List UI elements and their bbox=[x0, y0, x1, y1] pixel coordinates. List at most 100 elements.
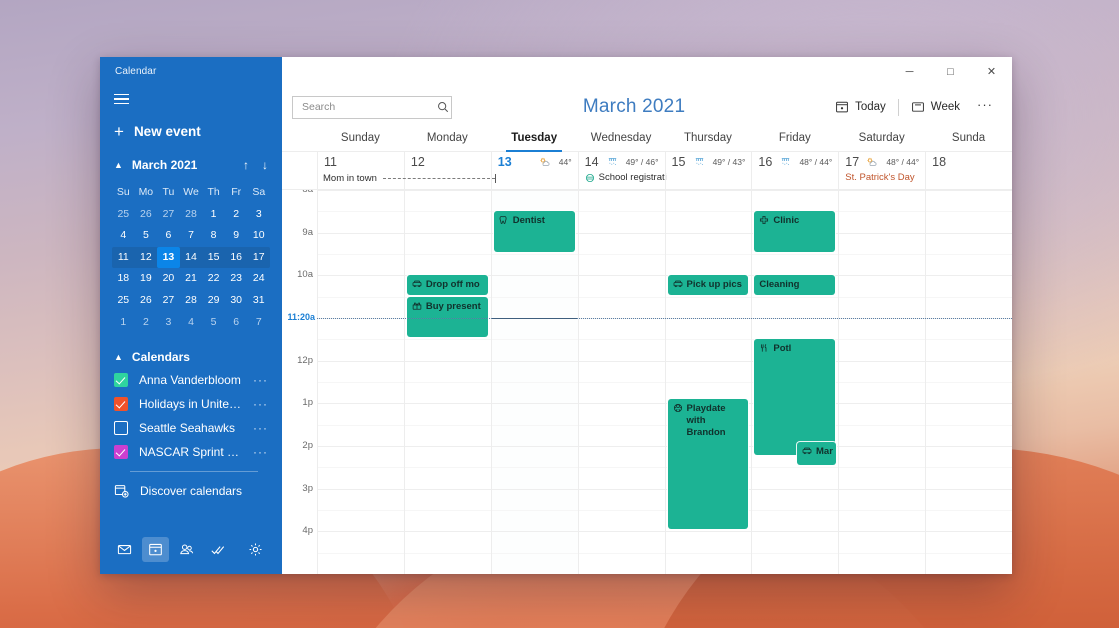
calendar-checkbox[interactable] bbox=[114, 397, 128, 412]
calendar-overflow-menu[interactable]: ··· bbox=[247, 445, 268, 459]
mini-calendar-day[interactable]: 20 bbox=[157, 268, 180, 290]
calendar-overflow-menu[interactable]: ··· bbox=[247, 373, 268, 387]
calendar-list-item[interactable]: NASCAR Sprint Cup ··· bbox=[100, 440, 282, 464]
mini-calendar-day[interactable]: 4 bbox=[112, 225, 135, 247]
all-day-cell[interactable]: 13 44° bbox=[490, 152, 578, 189]
mini-calendar-day[interactable]: 8 bbox=[202, 225, 225, 247]
calendars-header[interactable]: ▲ Calendars bbox=[114, 350, 268, 364]
minimize-button[interactable]: ─ bbox=[889, 57, 930, 86]
day-columns[interactable]: Drop off mo Buy present Dentist Pick up pic… bbox=[317, 190, 1012, 574]
mini-calendar-day-selected[interactable]: 13 bbox=[157, 246, 180, 269]
close-button[interactable]: ✕ bbox=[971, 57, 1012, 86]
mini-calendar-day[interactable]: 21 bbox=[180, 268, 203, 290]
calendar-overflow-menu[interactable]: ··· bbox=[247, 421, 268, 435]
mini-calendar-day[interactable]: 3 bbox=[247, 204, 270, 226]
all-day-cell[interactable]: 16 48° / 44° bbox=[751, 152, 838, 189]
search-box[interactable] bbox=[292, 95, 452, 119]
calendar-event[interactable]: Clinic bbox=[754, 211, 836, 252]
all-day-cell[interactable]: 15 49° / 43° bbox=[664, 152, 752, 189]
mini-calendar-header[interactable]: ▲ March 2021 ↑ ↓ bbox=[114, 158, 268, 172]
mini-calendar-day[interactable]: 2 bbox=[135, 312, 158, 334]
mini-calendar-day[interactable]: 17 bbox=[247, 247, 270, 269]
mini-calendar-day[interactable]: 18 bbox=[112, 268, 135, 290]
mini-calendar-day[interactable]: 25 bbox=[112, 290, 135, 312]
all-day-event[interactable]: School registrati bbox=[585, 172, 667, 183]
all-day-cell[interactable]: 17 48° / 44° St. Patrick's Day bbox=[838, 152, 925, 189]
calendar-icon[interactable] bbox=[142, 537, 169, 562]
calendar-event[interactable]: Dentist bbox=[493, 211, 575, 252]
prev-month-button[interactable]: ↑ bbox=[243, 158, 249, 172]
mini-calendar[interactable]: Su Mo Tu We Th Fr Sa 25 26 27 28 1 2 3 4 5 6 7 8 9 10 11 12 13 1… bbox=[112, 182, 270, 333]
mini-calendar-day[interactable]: 28 bbox=[180, 204, 203, 226]
calendar-list-item[interactable]: Holidays in United States··· bbox=[100, 392, 282, 416]
multi-day-event-span[interactable]: Mom in town bbox=[323, 173, 496, 184]
calendar-checkbox[interactable] bbox=[114, 373, 128, 388]
mini-calendar-day[interactable]: 23 bbox=[225, 268, 248, 290]
mini-calendar-day[interactable]: 26 bbox=[135, 204, 158, 226]
mini-calendar-day[interactable]: 2 bbox=[225, 204, 248, 226]
day-column-friday[interactable]: Clinic Cleaning Potl Mar bbox=[751, 190, 839, 574]
mini-calendar-day[interactable]: 12 bbox=[135, 247, 158, 269]
mini-calendar-day[interactable]: 3 bbox=[157, 312, 180, 334]
today-button[interactable]: Today bbox=[826, 96, 895, 118]
day-header-sunday[interactable]: Sunday bbox=[317, 128, 404, 151]
mini-calendar-day[interactable]: 6 bbox=[157, 225, 180, 247]
discover-calendars-button[interactable]: Discover calendars bbox=[100, 472, 282, 498]
calendar-event[interactable]: Potl bbox=[754, 339, 836, 455]
all-day-cell[interactable]: 14 49° / 46° School registrati bbox=[577, 152, 667, 189]
day-header-wednesday[interactable]: Wednesday bbox=[578, 128, 665, 151]
mini-calendar-day[interactable]: 15 bbox=[202, 247, 225, 269]
mini-calendar-day[interactable]: 31 bbox=[247, 290, 270, 312]
day-column-saturday[interactable] bbox=[838, 190, 926, 574]
maximize-button[interactable]: □ bbox=[930, 57, 971, 86]
tasks-icon[interactable] bbox=[204, 537, 231, 562]
mini-calendar-day[interactable]: 24 bbox=[247, 268, 270, 290]
calendar-event[interactable]: Playdate with Brandon bbox=[667, 399, 749, 530]
people-icon[interactable] bbox=[173, 537, 200, 562]
mini-calendar-day[interactable]: 4 bbox=[180, 312, 203, 334]
calendar-grid[interactable]: 8a 9a 10a 11:20a 12p 1p 2p 3p 4p Drop off mo Buy … bbox=[282, 190, 1012, 574]
calendar-event[interactable]: Cleaning bbox=[754, 275, 836, 295]
day-column-thursday[interactable]: Pick up pics Playdate with Brandon bbox=[664, 190, 752, 574]
day-header-friday[interactable]: Friday bbox=[751, 128, 838, 151]
calendar-checkbox[interactable] bbox=[114, 421, 128, 436]
calendar-checkbox[interactable] bbox=[114, 445, 128, 460]
mini-calendar-day[interactable]: 7 bbox=[180, 225, 203, 247]
search-input[interactable] bbox=[302, 101, 437, 113]
calendar-event[interactable]: Drop off mo bbox=[406, 275, 488, 295]
mini-calendar-day[interactable]: 28 bbox=[180, 290, 203, 312]
mini-calendar-day[interactable]: 6 bbox=[225, 312, 248, 334]
mini-calendar-day[interactable]: 5 bbox=[202, 312, 225, 334]
mini-calendar-day[interactable]: 27 bbox=[157, 290, 180, 312]
mini-calendar-day[interactable]: 1 bbox=[112, 312, 135, 334]
settings-gear-icon[interactable] bbox=[242, 537, 269, 562]
day-column-sunday[interactable] bbox=[317, 190, 404, 574]
day-header-saturday[interactable]: Saturday bbox=[838, 128, 925, 151]
day-header-sunda[interactable]: Sunda bbox=[925, 128, 1012, 151]
mini-calendar-day[interactable]: 27 bbox=[157, 204, 180, 226]
mail-icon[interactable] bbox=[111, 537, 138, 562]
calendar-event[interactable]: Pick up pics bbox=[667, 275, 749, 295]
new-event-button[interactable]: + New event bbox=[114, 123, 282, 140]
mini-calendar-day[interactable]: 1 bbox=[202, 204, 225, 226]
all-day-cell[interactable]: 18 bbox=[925, 152, 1012, 189]
more-options-button[interactable]: ··· bbox=[969, 97, 1000, 117]
mini-calendar-day[interactable]: 9 bbox=[225, 225, 248, 247]
week-view-button[interactable]: Week bbox=[902, 96, 969, 118]
mini-calendar-day[interactable]: 25 bbox=[112, 204, 135, 226]
calendar-list-item[interactable]: Anna Vanderbloom ··· bbox=[100, 368, 282, 392]
day-header-monday[interactable]: Monday bbox=[404, 128, 491, 151]
calendar-list-item[interactable]: Seattle Seahawks ··· bbox=[100, 416, 282, 440]
calendar-overflow-menu[interactable]: ··· bbox=[247, 397, 268, 411]
mini-calendar-day[interactable]: 19 bbox=[135, 268, 158, 290]
mini-calendar-day[interactable]: 30 bbox=[225, 290, 248, 312]
day-column-wednesday[interactable] bbox=[577, 190, 665, 574]
mini-calendar-day[interactable]: 7 bbox=[247, 312, 270, 334]
mini-calendar-day[interactable]: 11 bbox=[112, 247, 135, 269]
day-column-monday[interactable]: Drop off mo Buy present bbox=[403, 190, 491, 574]
mini-calendar-day[interactable]: 26 bbox=[135, 290, 158, 312]
mini-calendar-day[interactable]: 14 bbox=[180, 247, 203, 269]
mini-calendar-day[interactable]: 10 bbox=[247, 225, 270, 247]
calendar-event[interactable]: Buy present bbox=[406, 296, 488, 338]
mini-calendar-day[interactable]: 22 bbox=[202, 268, 225, 290]
